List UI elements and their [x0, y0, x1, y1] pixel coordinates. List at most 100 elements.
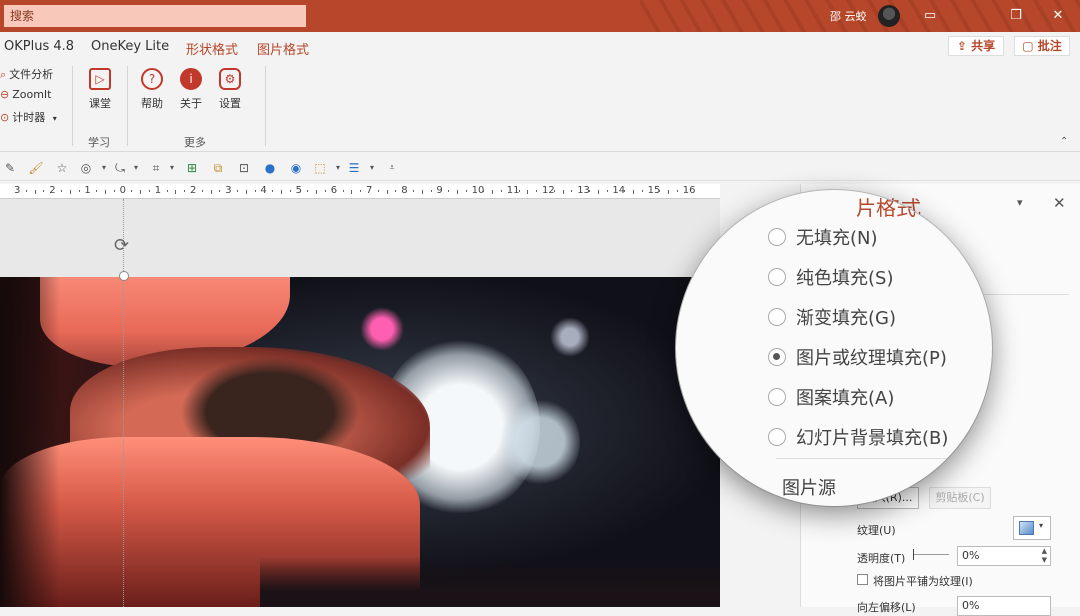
offset-label: 向左偏移(L) [857, 601, 916, 614]
horizontal-ruler[interactable]: 3 2 1 0 1 2 3 4 5 6 7 8 9 10 11 12 13 14 15 16 [0, 184, 720, 199]
chevron-down-icon[interactable]: ▾ [128, 160, 144, 176]
classroom-button[interactable]: ▷ 课堂 [82, 68, 118, 111]
slider-thumb[interactable] [913, 549, 914, 560]
chevron-down-icon[interactable]: ▾ [96, 160, 112, 176]
slide-canvas[interactable]: ⟳ [0, 199, 720, 607]
ruler-minor-tick [351, 190, 353, 194]
ribbon-display-icon[interactable]: ▭ [920, 6, 940, 26]
share-button[interactable]: ⇪ 共享 [948, 36, 1004, 56]
ruler-minor-tick [254, 190, 256, 192]
ungroup-icon[interactable]: ⊡ [236, 160, 252, 176]
ruler-minor-tick [536, 190, 538, 192]
format-painter-icon[interactable]: ✎ [2, 160, 18, 176]
close-icon[interactable]: ✕ [1048, 6, 1068, 26]
collapse-ribbon-icon[interactable]: ⌃ [1060, 136, 1068, 147]
zoom-icon: ⊖ [0, 88, 10, 101]
chevron-down-icon[interactable]: ▾ [364, 160, 380, 176]
group-label-learn: 学习 [88, 136, 110, 149]
ruler-minor-tick [562, 190, 564, 194]
fill-option-label: 图片或纹理填充(P) [796, 348, 947, 369]
ruler-minor-tick [377, 190, 379, 192]
tab-picture-format[interactable]: 图片格式 [257, 39, 309, 58]
crop-icon[interactable]: ⌗ [148, 160, 164, 176]
transparency-slider[interactable] [913, 554, 949, 555]
radio-button[interactable] [768, 308, 786, 326]
timer-button[interactable]: ⊙ 计时器 ▾ [0, 109, 57, 125]
chevron-down-icon[interactable]: ▾ [164, 160, 180, 176]
quick-access-toolbar: ✎ 🖌 ☆ ◎ ▾ ⤿ ▾ ⌗ ▾ ⊞ ⧉ ⊡ ● ◉ ⬚ ▾ ☰ ▾ ⩡ [0, 155, 1080, 181]
ruler-tick-label: 5 [295, 185, 302, 196]
ruler-minor-tick [96, 190, 98, 192]
help-button[interactable]: ? 帮助 [134, 68, 170, 111]
offset-value: 0% [962, 599, 980, 612]
classroom-label: 课堂 [89, 97, 111, 110]
smart-guide [123, 199, 124, 607]
radio-button[interactable] [768, 428, 786, 446]
shapes-icon[interactable]: ◎ [78, 160, 94, 176]
radio-button[interactable] [768, 388, 786, 406]
ruler-tick-label: 16 [682, 185, 696, 196]
offset-input[interactable]: 0% [957, 596, 1051, 616]
customize-toolbar-icon[interactable]: ⩡ [384, 160, 400, 176]
zoomit-label: ZoomIt [12, 88, 52, 101]
tab-shape-format[interactable]: 形状格式 [186, 39, 238, 58]
resize-handle[interactable] [119, 271, 129, 281]
ruler-minor-tick [465, 190, 467, 192]
brush-icon[interactable]: 🖌 [28, 160, 44, 176]
texture-picker[interactable]: ▾ [1013, 516, 1051, 540]
comment-icon: ▢ [1022, 39, 1034, 53]
restore-icon[interactable]: ❐ [1006, 6, 1026, 26]
ruler-minor-tick [606, 190, 608, 192]
help-icon: ? [141, 68, 163, 90]
star-icon[interactable]: ☆ [54, 160, 70, 176]
radio-button[interactable] [768, 228, 786, 246]
ribbon-tabs: OKPlus 4.8 OneKey Lite 形状格式 图片格式 [0, 32, 1080, 60]
radio-button[interactable] [768, 268, 786, 286]
chevron-down-icon[interactable]: ▾ [1017, 196, 1023, 209]
select-icon[interactable]: ⬚ [312, 160, 328, 176]
group-icon[interactable]: ⧉ [210, 160, 226, 176]
circle-icon[interactable]: ● [262, 160, 278, 176]
ruler-minor-tick [78, 190, 80, 192]
ruler-minor-tick [589, 190, 590, 192]
user-name[interactable]: 邵 云蛟 [830, 8, 867, 24]
chevron-down-icon: ▾ [1039, 521, 1044, 530]
avatar[interactable] [878, 5, 900, 27]
slide-photo[interactable] [0, 277, 720, 607]
tile-checkbox[interactable] [857, 574, 868, 585]
chevron-down-icon[interactable]: ▾ [53, 114, 57, 123]
ruler-minor-tick [641, 190, 643, 192]
group-divider [72, 66, 73, 146]
align-icon[interactable]: ⊞ [184, 160, 200, 176]
comment-button[interactable]: ▢ 批注 [1014, 36, 1070, 56]
tab-onekey-lite[interactable]: OneKey Lite [91, 39, 169, 54]
chevron-down-icon[interactable]: ▾ [330, 160, 346, 176]
zoomit-button[interactable]: ⊖ ZoomIt [0, 88, 52, 101]
radio-button-selected[interactable] [768, 348, 786, 366]
ruler-minor-tick [43, 190, 45, 192]
group-divider [265, 66, 266, 146]
ruler-minor-tick [448, 190, 450, 192]
transparency-input[interactable]: 0% ▲ ▼ [957, 546, 1051, 566]
ruler-minor-tick [219, 190, 221, 192]
spin-icon[interactable]: ▲ ▼ [1042, 547, 1047, 565]
tab-okplus[interactable]: OKPlus 4.8 [4, 39, 74, 54]
ruler-minor-tick [25, 190, 27, 192]
about-button[interactable]: i 关于 [173, 68, 209, 111]
ruler-tick-label: 3 [14, 185, 21, 196]
file-analysis-icon: ⌕ [0, 68, 7, 81]
ring-icon[interactable]: ◉ [288, 160, 304, 176]
settings-label: 设置 [219, 97, 241, 110]
magnifier-overlay: 片格式 无填充(N) 纯色填充(S) 渐变填充(G) 图片或纹理填充(P) 图案… [676, 190, 992, 506]
info-icon: i [180, 68, 202, 90]
ruler-minor-tick [659, 190, 661, 192]
ruler-tick-label: 9 [436, 185, 443, 196]
ruler-minor-tick [413, 190, 414, 192]
rotate-handle-icon[interactable]: ⟳ [114, 235, 129, 256]
search-input[interactable]: 搜索 [4, 5, 306, 27]
close-icon[interactable]: ✕ [1053, 194, 1066, 212]
settings-button[interactable]: ⚙ 设置 [212, 68, 248, 111]
line-spacing-icon[interactable]: ☰ [346, 160, 362, 176]
rotate-shape-icon[interactable]: ⤿ [112, 160, 128, 176]
file-analysis-button[interactable]: ⌕ 文件分析 [0, 66, 53, 82]
